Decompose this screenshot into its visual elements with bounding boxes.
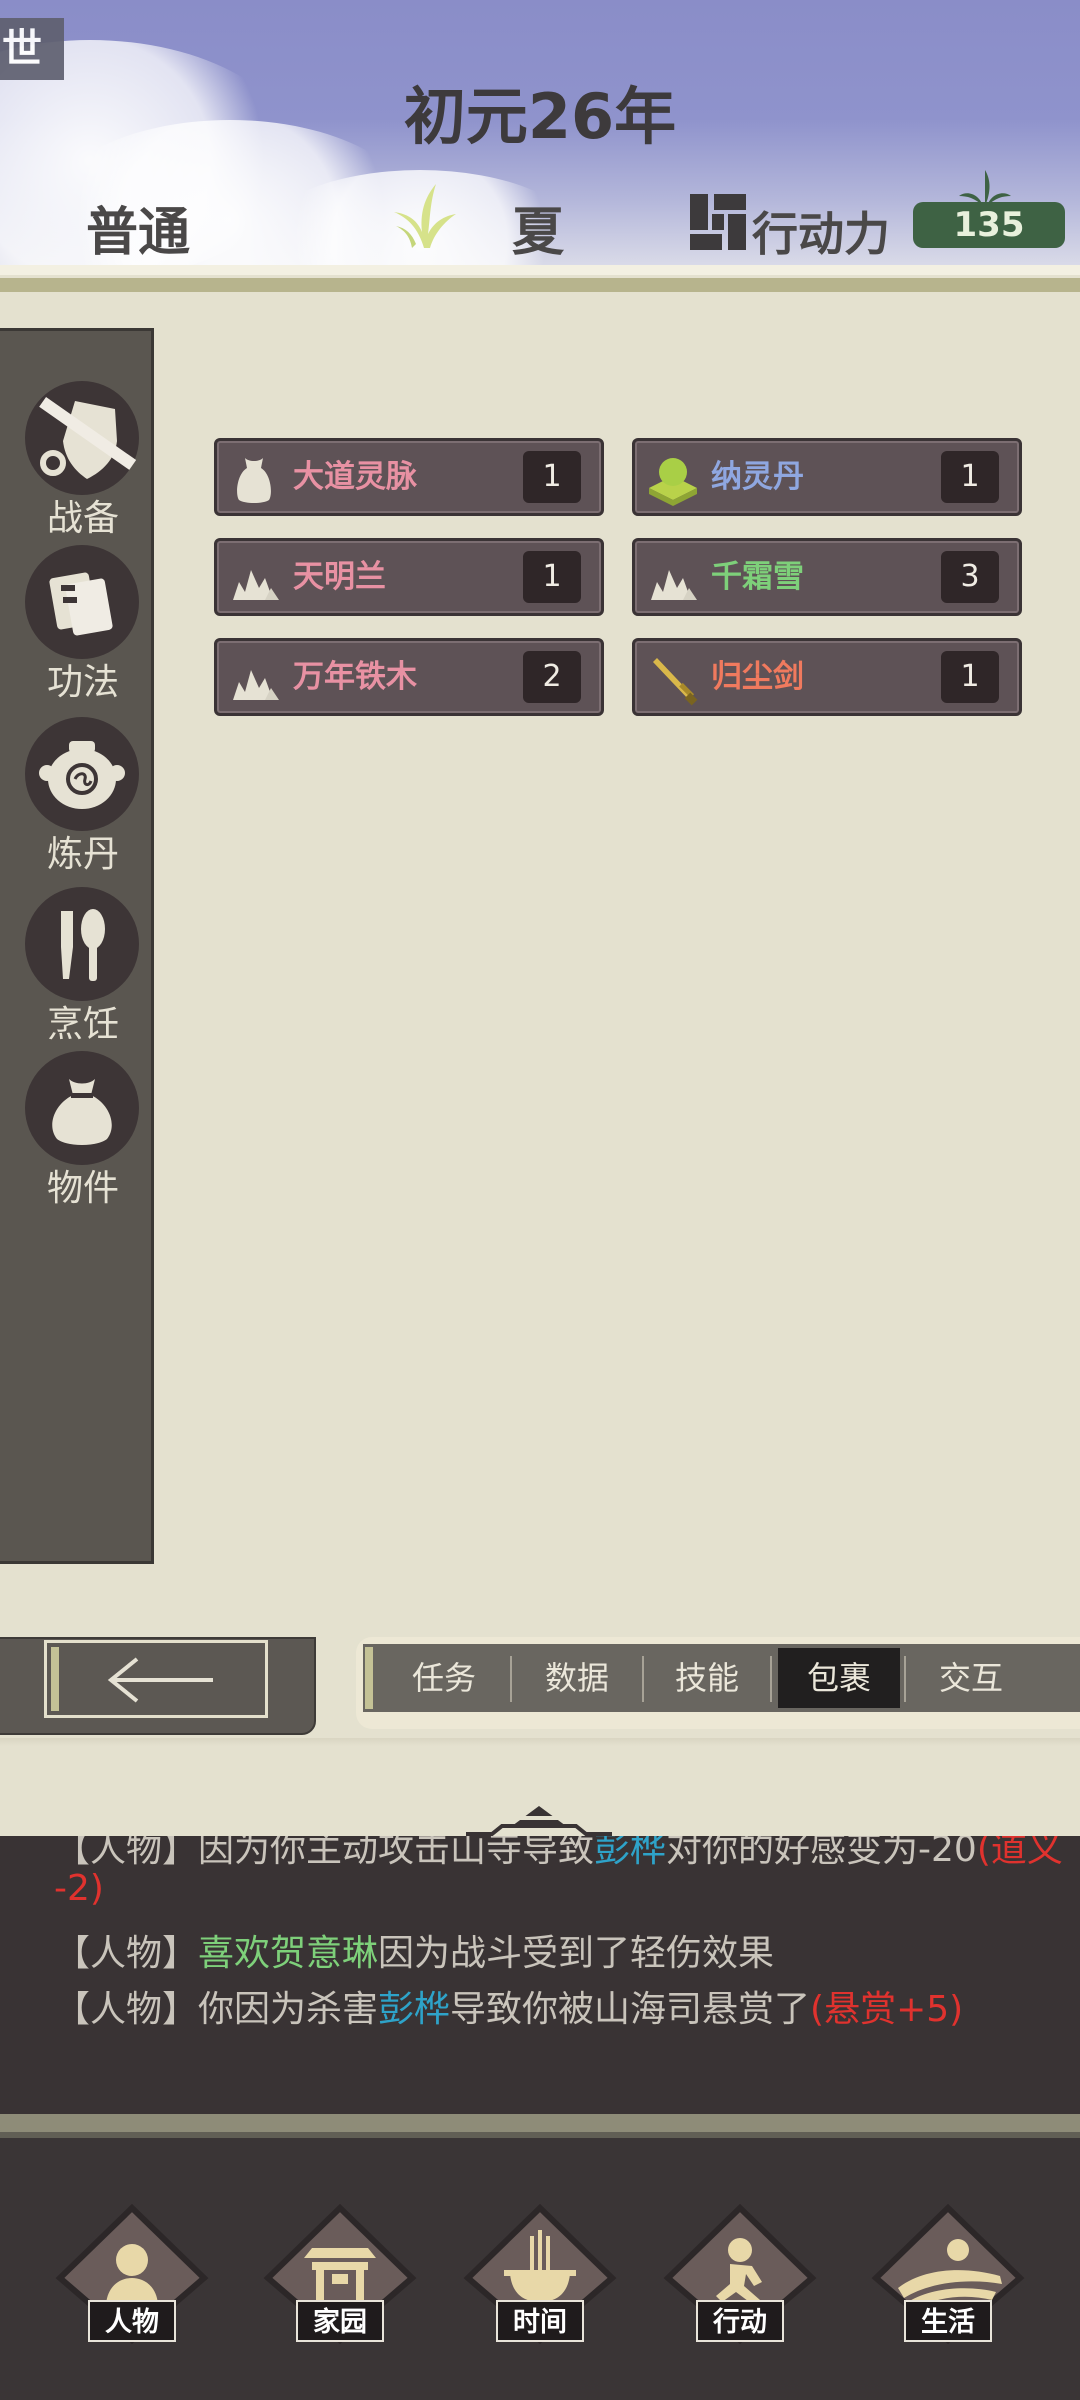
herb-icon <box>233 670 279 700</box>
log-line: 【人物】你因为杀害彭桦导致你被山海司悬赏了(悬赏+5) <box>54 1980 963 2032</box>
tab-interact[interactable]: 交互 <box>908 1644 1034 1712</box>
log-line: 【人物】因为你主动攻击山寺导致彭桦对你的好感变为-20(道义 <box>54 1836 1063 1872</box>
tab-separator <box>510 1656 512 1702</box>
item-quantity: 1 <box>523 451 581 503</box>
inventory-item[interactable]: 千霜雪 3 <box>632 538 1022 616</box>
log-bounty: (悬赏+5) <box>810 1989 964 2030</box>
tab-tasks[interactable]: 任务 <box>380 1644 508 1712</box>
npc-name: 彭桦 <box>594 1836 667 1870</box>
arrow-left-icon <box>107 1657 213 1703</box>
sidebar-item-label: 战备 <box>46 498 119 539</box>
item-quantity: 1 <box>941 451 999 503</box>
header-divider-accent <box>0 278 1080 292</box>
bag-icon <box>237 458 271 503</box>
npc-name: 喜欢贺意琳 <box>198 1933 379 1974</box>
action-power-label: 行动力 <box>752 207 890 261</box>
tab-separator <box>904 1656 906 1702</box>
inventory-item[interactable]: 万年铁木 2 <box>214 638 604 716</box>
header-divider <box>0 265 1080 275</box>
sidebar-item-cooking[interactable]: 烹饪 <box>0 887 157 1047</box>
utensils-icon <box>25 887 139 1001</box>
year-title: 初元26年 <box>403 80 677 153</box>
equipment-icon <box>25 381 139 495</box>
cauldron-icon <box>25 717 139 831</box>
nav-life-button[interactable]: 生活 <box>868 2204 1028 2344</box>
sidebar-item-skills[interactable]: 功法 <box>0 545 157 705</box>
pill-icon <box>649 458 697 506</box>
nav-character-button[interactable]: 人物 <box>52 2204 212 2344</box>
tab-bar-accent <box>365 1647 373 1709</box>
tab-data[interactable]: 数据 <box>514 1644 640 1712</box>
back-button[interactable] <box>44 1640 268 1718</box>
nav-home-button[interactable]: 家园 <box>260 2204 420 2344</box>
category-sidebar: 战备 功法 炼丹 烹饪 物件 <box>0 328 154 1564</box>
log-text: 导致你被山海司悬赏了 <box>450 1989 811 2030</box>
herb-icon <box>233 570 279 600</box>
item-name: 纳灵丹 <box>711 459 804 495</box>
log-text: 【人物】因为你主动攻击山寺导致 <box>54 1836 595 1870</box>
sidebar-item-label: 炼丹 <box>46 834 119 875</box>
pouch-icon <box>25 1051 139 1165</box>
inventory-item[interactable]: 大道灵脉 1 <box>214 438 604 516</box>
sidebar-item-label: 物件 <box>46 1168 119 1209</box>
scroll-book-icon <box>25 545 139 659</box>
top-status-bar: 世 初元26年 普通 夏 行动力 135 <box>0 0 1080 265</box>
sidebar-item-alchemy[interactable]: 炼丹 <box>0 717 157 877</box>
item-name: 千霜雪 <box>711 559 804 595</box>
season-label: 夏 <box>512 203 565 263</box>
message-log[interactable]: 【人物】因为你主动攻击山寺导致彭桦对你的好感变为-20(道义 -2) 【人物】喜… <box>0 1836 1080 2114</box>
item-quantity: 2 <box>523 651 581 703</box>
back-button-accent <box>51 1647 59 1711</box>
sidebar-item-label: 功法 <box>46 662 119 703</box>
tab-separator <box>770 1656 772 1702</box>
item-name: 天明兰 <box>293 559 386 595</box>
grass-icon <box>394 184 456 248</box>
log-line: -2) <box>54 1868 104 1909</box>
log-penalty: -2) <box>54 1868 104 1909</box>
npc-name: 彭桦 <box>378 1989 451 2030</box>
log-line: 【人物】喜欢贺意琳因为战斗受到了轻伤效果 <box>54 1924 774 1976</box>
nav-label: 时间 <box>496 2300 584 2342</box>
panel-bottom-edge <box>0 1738 1080 1746</box>
nav-label: 生活 <box>904 2300 992 2342</box>
action-power-icon <box>690 194 746 250</box>
log-text: 【人物】你因为杀害 <box>54 1989 379 2030</box>
sword-icon <box>653 658 698 706</box>
nav-label: 行动 <box>696 2300 784 2342</box>
difficulty-label: 普通 <box>86 203 191 263</box>
inventory-item[interactable]: 纳灵丹 1 <box>632 438 1022 516</box>
item-quantity: 1 <box>941 651 999 703</box>
sidebar-item-items[interactable]: 物件 <box>0 1051 157 1211</box>
action-power-value: 135 <box>913 202 1065 248</box>
item-name: 大道灵脉 <box>293 459 417 495</box>
nav-time-button[interactable]: 时间 <box>460 2204 620 2344</box>
tab-inventory[interactable]: 包裹 <box>778 1648 900 1708</box>
inventory-item[interactable]: 天明兰 1 <box>214 538 604 616</box>
log-text: 对你的好感变为-20 <box>666 1836 977 1870</box>
tab-separator <box>642 1656 644 1702</box>
nav-label: 家园 <box>296 2300 384 2342</box>
log-text: 因为战斗受到了轻伤效果 <box>378 1933 775 1974</box>
item-name: 归尘剑 <box>711 659 804 695</box>
nav-label: 人物 <box>88 2300 176 2342</box>
log-divider <box>0 2114 1080 2132</box>
log-penalty: (道义 <box>976 1836 1063 1870</box>
log-expand-handle[interactable] <box>462 1796 616 1836</box>
inventory-item[interactable]: 归尘剑 1 <box>632 638 1022 716</box>
log-text: 【人物】 <box>54 1933 199 1974</box>
nav-action-button[interactable]: 行动 <box>660 2204 820 2344</box>
sidebar-item-equipment[interactable]: 战备 <box>0 381 157 541</box>
sprout-icon <box>959 170 1011 206</box>
item-quantity: 1 <box>523 551 581 603</box>
tab-skills[interactable]: 技能 <box>646 1644 768 1712</box>
item-name: 万年铁木 <box>293 659 417 695</box>
sidebar-item-label: 烹饪 <box>46 1004 119 1045</box>
herb-icon <box>651 570 697 600</box>
item-quantity: 3 <box>941 551 999 603</box>
